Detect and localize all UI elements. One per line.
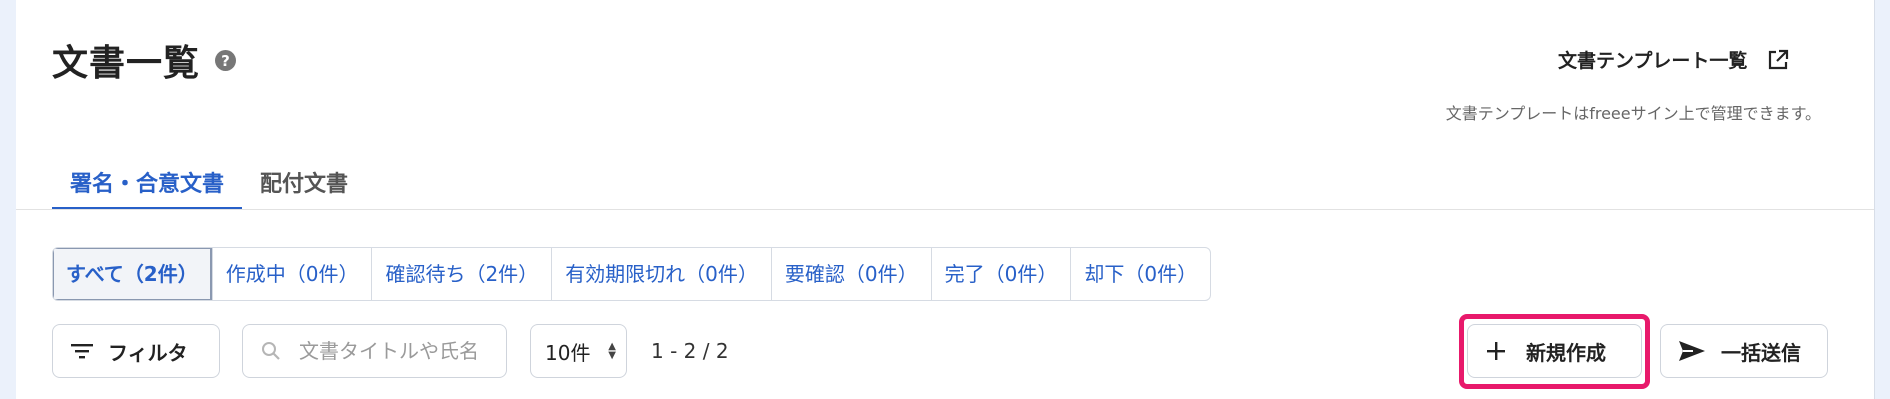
tab-signature-documents[interactable]: 署名・合意文書 [52, 168, 243, 210]
filter-button[interactable]: フィルタ [52, 324, 220, 378]
status-filter-awaiting[interactable]: 確認待ち（2件） [371, 248, 551, 300]
template-note: 文書テンプレートはfreeeサイン上で管理できます。 [1445, 104, 1821, 123]
question-circle-icon[interactable]: ? [215, 50, 236, 71]
per-page-value: 10件 [545, 340, 591, 365]
pagination-info: 1 - 2 / 2 [651, 339, 729, 363]
send-icon [1679, 341, 1705, 361]
filter-lines-icon [71, 344, 93, 359]
search-icon [262, 342, 280, 360]
template-list-label: 文書テンプレート一覧 [1558, 50, 1748, 72]
filter-button-label: フィルタ [108, 340, 188, 365]
tab-distribution-documents[interactable]: 配付文書 [242, 168, 366, 210]
status-filter-expired[interactable]: 有効期限切れ（0件） [551, 248, 771, 300]
document-tabs: 署名・合意文書 配付文書 [52, 168, 366, 210]
bulk-send-label: 一括送信 [1721, 340, 1801, 365]
per-page-select[interactable]: 10件 ▲ ▼ [530, 324, 627, 378]
status-filter-all[interactable]: すべて（2件） [53, 248, 212, 300]
page-title: 文書一覧 [52, 43, 201, 84]
status-filter-draft[interactable]: 作成中（0件） [211, 248, 372, 300]
plus-icon [1487, 342, 1505, 360]
select-arrows-icon: ▲ ▼ [608, 341, 616, 361]
new-document-button[interactable]: 新規作成 [1467, 324, 1642, 378]
scrollbar[interactable] [1874, 0, 1890, 399]
status-filter-group: すべて（2件） 作成中（0件） 確認待ち（2件） 有効期限切れ（0件） 要確認（… [52, 247, 1212, 301]
tab-divider [16, 209, 1874, 210]
external-link-icon [1769, 49, 1789, 69]
template-list-link[interactable]: 文書テンプレート一覧 [1558, 46, 1789, 73]
search-input[interactable] [297, 338, 501, 364]
status-filter-rejected[interactable]: 却下（0件） [1070, 248, 1210, 300]
status-filter-needs-review[interactable]: 要確認（0件） [770, 248, 931, 300]
new-document-label: 新規作成 [1526, 340, 1606, 365]
status-filter-completed[interactable]: 完了（0件） [930, 248, 1071, 300]
bulk-send-button[interactable]: 一括送信 [1660, 324, 1828, 378]
search-box [242, 324, 507, 378]
